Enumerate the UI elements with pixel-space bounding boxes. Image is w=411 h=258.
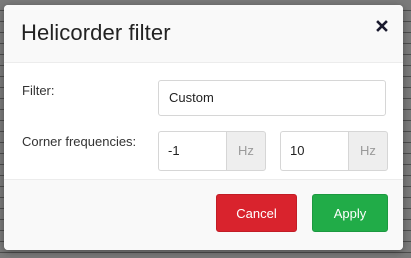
- close-button[interactable]: [374, 18, 390, 34]
- apply-button[interactable]: Apply: [312, 194, 388, 232]
- high-corner-input[interactable]: 10: [280, 131, 348, 171]
- corner-frequencies-label: Corner frequencies:: [22, 134, 137, 149]
- low-corner-input[interactable]: -1: [158, 131, 226, 171]
- helicorder-filter-dialog: Helicorder filter Filter: Custom Corner …: [4, 5, 403, 250]
- dialog-footer: Cancel Apply: [4, 179, 403, 250]
- high-corner-unit: Hz: [348, 131, 388, 171]
- close-icon: [376, 20, 388, 32]
- cancel-button[interactable]: Cancel: [216, 194, 297, 232]
- filter-label: Filter:: [22, 83, 55, 98]
- high-corner-group: 10 Hz: [280, 131, 388, 171]
- dialog-body: Filter: Custom Corner frequencies: -1 Hz…: [4, 63, 403, 179]
- low-corner-unit: Hz: [226, 131, 266, 171]
- filter-select[interactable]: Custom: [158, 80, 386, 116]
- low-corner-group: -1 Hz: [158, 131, 266, 171]
- dialog-title: Helicorder filter: [21, 20, 171, 45]
- dialog-header: Helicorder filter: [4, 5, 403, 63]
